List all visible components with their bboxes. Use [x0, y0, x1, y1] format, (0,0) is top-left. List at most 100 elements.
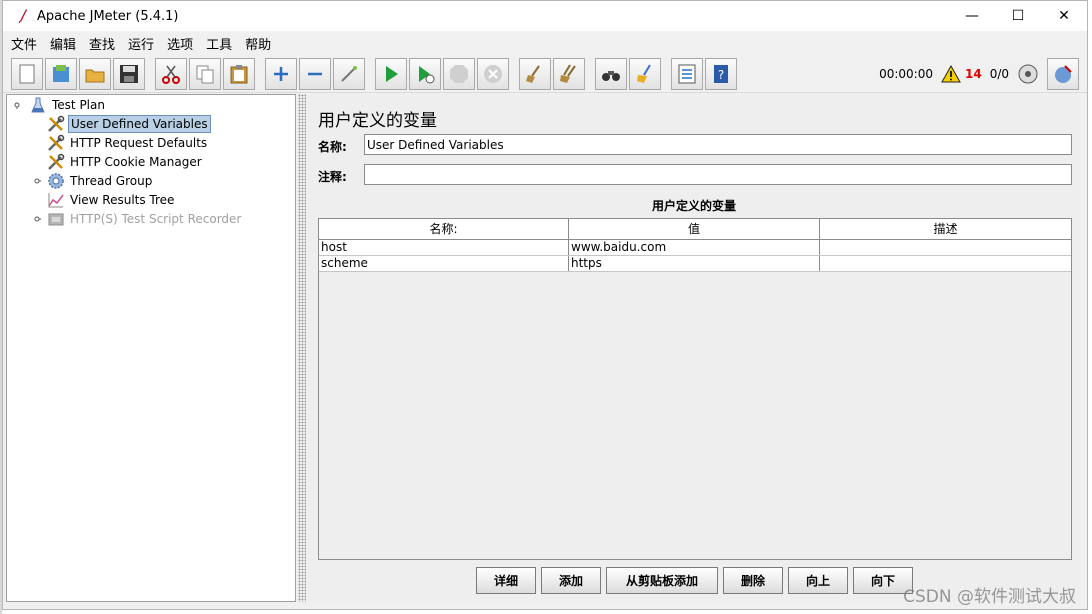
name-label: 名称:: [318, 140, 347, 154]
svg-text:?: ?: [718, 68, 724, 82]
clipboard-icon: [230, 64, 248, 83]
add-button[interactable]: 添加: [541, 567, 601, 594]
warning-icon[interactable]: [941, 65, 961, 83]
menu-search[interactable]: 查找: [89, 34, 115, 53]
expand-all-button[interactable]: [265, 57, 297, 90]
jmeter-feather-icon: [17, 8, 29, 24]
column-header-name[interactable]: 名称:: [319, 219, 569, 239]
recorder-icon: [47, 210, 65, 228]
start-no-pauses-button[interactable]: [409, 57, 441, 90]
menu-tools[interactable]: 工具: [206, 34, 232, 53]
copy-button[interactable]: [189, 57, 221, 90]
table-cell-description[interactable]: [820, 256, 1071, 271]
open-button[interactable]: [79, 57, 111, 90]
tree-expanded-handle-icon[interactable]: [13, 101, 21, 109]
templates-icon: [53, 64, 69, 82]
shutdown-icon: [484, 64, 502, 83]
error-count: 14: [964, 67, 982, 81]
cut-button[interactable]: [155, 57, 187, 90]
minimize-button[interactable]: —: [949, 1, 995, 31]
toolbar: ? 00:00:00 14 0/0: [3, 55, 1087, 93]
tree-node-view-results-tree[interactable]: View Results Tree: [47, 191, 176, 209]
gear-icon: [47, 172, 65, 190]
reset-search-button[interactable]: [629, 57, 661, 90]
table-cell-value[interactable]: www.baidu.com: [569, 240, 820, 255]
table-cell-name[interactable]: scheme: [319, 256, 569, 271]
list-icon: [678, 64, 696, 83]
tree-collapsed-handle-icon[interactable]: [33, 215, 41, 223]
tree-node-label: HTTP(S) Test Script Recorder: [70, 212, 242, 226]
detail-button[interactable]: 详细: [476, 567, 536, 594]
remote-button[interactable]: [1047, 58, 1079, 90]
tools-icon: [47, 153, 65, 171]
tree-node-label: Thread Group: [70, 174, 153, 188]
panel-title: 用户定义的变量: [318, 111, 437, 131]
globe-icon: [1055, 65, 1072, 83]
comment-input[interactable]: [364, 164, 1072, 185]
shutdown-button[interactable]: [477, 57, 509, 90]
broom-clear-all-icon: [560, 63, 576, 83]
menu-file[interactable]: 文件: [11, 34, 37, 53]
table-cell-name[interactable]: host: [319, 240, 569, 255]
menu-run[interactable]: 运行: [128, 34, 154, 53]
table-cell-description[interactable]: [820, 240, 1071, 255]
move-up-button[interactable]: 向上: [788, 567, 848, 594]
table-row[interactable]: host www.baidu.com: [319, 240, 1071, 256]
tree-node-user-defined-variables[interactable]: User Defined Variables: [47, 115, 211, 133]
tree-node-label: Test Plan: [52, 98, 105, 112]
menu-options[interactable]: 选项: [167, 34, 193, 53]
title-bar: Apache JMeter (5.4.1) — ☐ ✕: [3, 1, 1087, 31]
tree-node-http-test-script-recorder[interactable]: HTTP(S) Test Script Recorder: [33, 210, 243, 228]
search-button[interactable]: [595, 57, 627, 90]
comment-label: 注释:: [318, 170, 347, 184]
function-helper-button[interactable]: [671, 57, 703, 90]
start-button[interactable]: [375, 57, 407, 90]
menu-bar: 文件 编辑 查找 运行 选项 工具 帮助: [3, 31, 1087, 55]
tree-node-label: HTTP Request Defaults: [70, 136, 208, 150]
new-file-icon: [19, 64, 35, 83]
clear-all-button[interactable]: [553, 57, 585, 90]
tools-icon: [47, 134, 65, 152]
stop-button[interactable]: [443, 57, 475, 90]
binoculars-icon: [602, 70, 620, 81]
tree-node-http-request-defaults[interactable]: HTTP Request Defaults: [47, 134, 209, 152]
tree-node-http-cookie-manager[interactable]: HTTP Cookie Manager: [47, 153, 204, 171]
flask-icon: [29, 96, 47, 114]
window-title: Apache JMeter (5.4.1): [37, 8, 179, 24]
wand-icon: [341, 65, 357, 82]
close-button[interactable]: ✕: [1041, 1, 1087, 31]
tree-node-test-plan[interactable]: Test Plan: [13, 96, 107, 114]
help-button[interactable]: ?: [705, 57, 737, 90]
test-plan-tree[interactable]: Test Plan User Defined Variables HTTP Re…: [6, 94, 296, 602]
elapsed-timer: 00:00:00: [879, 67, 933, 81]
tree-node-thread-group[interactable]: Thread Group: [33, 172, 154, 190]
tree-node-label: View Results Tree: [70, 193, 175, 207]
split-pane-divider[interactable]: [298, 94, 306, 602]
broom-clear-icon: [526, 64, 540, 83]
close-icon: ✕: [1058, 8, 1070, 24]
play-icon: [386, 65, 398, 82]
tree-node-label: User Defined Variables: [68, 115, 211, 133]
add-from-clipboard-button[interactable]: 从剪贴板添加: [606, 567, 718, 594]
table-row[interactable]: scheme https: [319, 256, 1071, 272]
new-button[interactable]: [11, 57, 43, 90]
csdn-watermark: CSDN @软件测试大叔: [903, 587, 1076, 607]
templates-button[interactable]: [45, 57, 77, 90]
name-input[interactable]: [364, 134, 1072, 155]
save-button[interactable]: [113, 57, 145, 90]
tree-collapsed-handle-icon[interactable]: [33, 177, 41, 185]
delete-button[interactable]: 删除: [723, 567, 783, 594]
clear-button[interactable]: [519, 57, 551, 90]
active-threads: 0/0: [989, 67, 1009, 81]
paste-button[interactable]: [223, 57, 255, 90]
toggle-button[interactable]: [333, 57, 365, 90]
column-header-value[interactable]: 值: [569, 219, 820, 239]
collapse-all-button[interactable]: [299, 57, 331, 90]
table-cell-value[interactable]: https: [569, 256, 820, 271]
variables-table[interactable]: 名称: 值 描述 host www.baidu.com scheme https: [318, 218, 1072, 560]
column-header-description[interactable]: 描述: [820, 219, 1071, 239]
tools-icon: [47, 115, 65, 133]
maximize-button[interactable]: ☐: [995, 1, 1041, 31]
menu-edit[interactable]: 编辑: [50, 34, 76, 53]
menu-help[interactable]: 帮助: [245, 34, 271, 53]
